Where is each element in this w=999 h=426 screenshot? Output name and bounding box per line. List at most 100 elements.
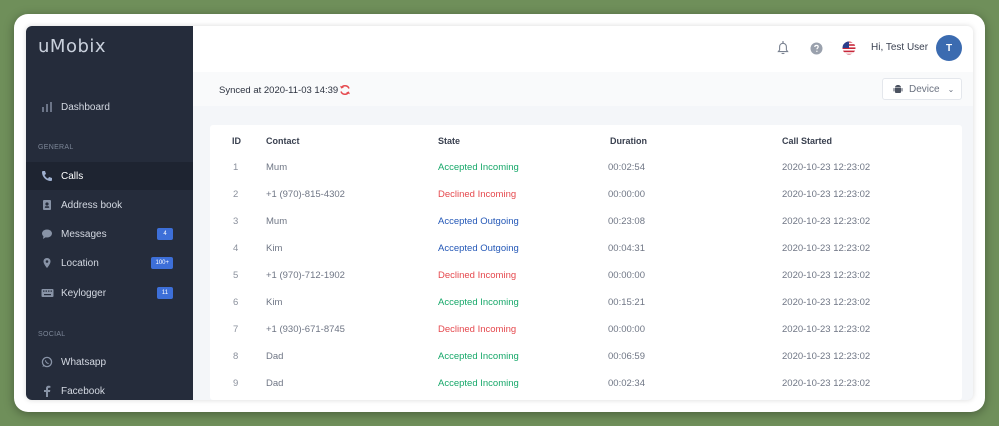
cell-state: Accepted Outgoing (438, 243, 519, 254)
location-pin-icon (40, 256, 54, 270)
phone-icon (40, 169, 54, 183)
table-row[interactable]: 7 +1 (930)-671-8745 Declined Incoming 00:00… (210, 324, 962, 351)
whatsapp-icon (40, 355, 54, 369)
sidebar-item-label: Facebook (61, 385, 105, 397)
cell-id: 8 (233, 351, 239, 362)
table-row[interactable]: 6 Kim Accepted Incoming 00:15:21 2020-10-23 … (210, 297, 962, 324)
table-row[interactable]: 1 Mum Accepted Incoming 00:02:54 2020-10-23 … (210, 162, 962, 189)
cell-call-started: 2020-10-23 12:23:02 (782, 243, 871, 254)
sidebar-item-label: Messages (61, 228, 107, 240)
section-label-social: SOCIAL (38, 331, 66, 338)
cell-duration: 00:00:00 (608, 270, 645, 281)
bell-icon[interactable] (775, 40, 791, 56)
keyboard-icon (40, 286, 54, 300)
cell-contact: +1 (970)-815-4302 (266, 189, 345, 200)
cell-call-started: 2020-10-23 12:23:02 (782, 189, 871, 200)
app-logo[interactable]: uMobix (38, 36, 106, 57)
table-row[interactable]: 4 Kim Accepted Outgoing 00:04:31 2020-10-23 … (210, 243, 962, 270)
help-icon[interactable] (808, 40, 824, 56)
device-dropdown[interactable]: Device ⌄ (882, 78, 962, 100)
table-row[interactable]: 2 +1 (970)-815-4302 Declined Incoming 00:00… (210, 189, 962, 216)
sidebar-item-messages[interactable]: Messages 4 (26, 220, 193, 248)
top-bar: Hi, Test User T (193, 26, 973, 72)
cell-call-started: 2020-10-23 12:23:02 (782, 270, 871, 281)
cell-contact: Kim (266, 243, 283, 254)
sidebar-item-label: Calls (61, 170, 84, 182)
cell-id: 3 (233, 216, 239, 227)
sidebar-item-keylogger[interactable]: Keylogger 11 (26, 279, 193, 307)
sidebar-item-label: Keylogger (61, 287, 107, 299)
cell-call-started: 2020-10-23 12:23:02 (782, 297, 871, 308)
table-row[interactable]: 8 Dad Accepted Incoming 00:06:59 2020-10-23 … (210, 351, 962, 378)
sidebar-item-label: Location (61, 257, 99, 269)
table-row[interactable]: 3 Mum Accepted Outgoing 00:23:08 2020-10-23 … (210, 216, 962, 243)
cell-call-started: 2020-10-23 12:23:02 (782, 351, 871, 362)
contacts-icon (40, 198, 54, 212)
cell-contact: +1 (930)-671-8745 (266, 324, 345, 335)
cell-state: Accepted Incoming (438, 297, 519, 308)
facebook-icon (40, 384, 54, 398)
cell-state: Declined Incoming (438, 270, 517, 281)
column-header-duration[interactable]: Duration (610, 136, 647, 146)
sidebar-item-dashboard[interactable]: Dashboard (26, 93, 193, 121)
location-count-badge: 100+ (151, 257, 173, 269)
cell-id: 1 (233, 162, 239, 173)
cell-state: Declined Incoming (438, 324, 517, 335)
user-greeting[interactable]: Hi, Test User (871, 42, 928, 53)
dashboard-icon (40, 100, 54, 114)
cell-state: Accepted Incoming (438, 162, 519, 173)
cell-id: 4 (233, 243, 239, 254)
cell-contact: Dad (266, 351, 284, 362)
cell-duration: 00:02:54 (608, 162, 645, 173)
cell-duration: 00:23:08 (608, 216, 645, 227)
cell-id: 5 (233, 270, 239, 281)
app-window: uMobix Dashboard GENERAL Calls Address b… (26, 26, 973, 400)
sync-status: Synced at 2020-11-03 14:39 (219, 85, 339, 96)
table-row[interactable]: 5 +1 (970)-712-1902 Declined Incoming 00:00… (210, 270, 962, 297)
chat-icon (40, 227, 54, 241)
cell-call-started: 2020-10-23 12:23:02 (782, 378, 871, 389)
sidebar-item-location[interactable]: Location 100+ (26, 249, 193, 277)
android-icon (893, 84, 903, 94)
cell-contact: +1 (970)-712-1902 (266, 270, 345, 281)
sidebar-item-label: Address book (61, 199, 123, 211)
section-label-general: GENERAL (38, 144, 74, 151)
cell-call-started: 2020-10-23 12:23:02 (782, 216, 871, 227)
sidebar-item-label: Dashboard (61, 101, 110, 113)
sidebar-item-facebook[interactable]: Facebook (26, 377, 193, 400)
sidebar-item-whatsapp[interactable]: Whatsapp (26, 348, 193, 376)
keylogger-count-badge: 11 (157, 287, 173, 299)
column-header-id[interactable]: ID (232, 136, 241, 146)
cell-contact: Mum (266, 216, 288, 227)
cell-id: 7 (233, 324, 239, 335)
cell-state: Accepted Incoming (438, 351, 519, 362)
sidebar-item-address-book[interactable]: Address book (26, 191, 193, 219)
cell-contact: Kim (266, 297, 283, 308)
cell-duration: 00:06:59 (608, 351, 645, 362)
sidebar: uMobix Dashboard GENERAL Calls Address b… (26, 26, 193, 400)
cell-duration: 00:04:31 (608, 243, 645, 254)
cell-id: 6 (233, 297, 239, 308)
cell-duration: 00:00:00 (608, 324, 645, 335)
cell-state: Accepted Outgoing (438, 216, 519, 227)
column-header-call-started[interactable]: Call Started (782, 136, 832, 146)
cell-contact: Dad (266, 378, 284, 389)
cell-duration: 00:02:34 (608, 378, 645, 389)
column-header-contact[interactable]: Contact (266, 136, 300, 146)
cell-state: Accepted Incoming (438, 378, 519, 389)
cell-id: 9 (233, 378, 239, 389)
cell-duration: 00:00:00 (608, 189, 645, 200)
cell-id: 2 (233, 189, 239, 200)
cell-call-started: 2020-10-23 12:23:02 (782, 162, 871, 173)
column-header-state[interactable]: State (438, 136, 460, 146)
sidebar-item-calls[interactable]: Calls (26, 162, 193, 190)
refresh-icon[interactable] (339, 83, 351, 96)
cell-contact: Mum (266, 162, 288, 173)
messages-count-badge: 4 (157, 228, 173, 240)
table-row[interactable]: 9 Dad Accepted Incoming 00:02:34 2020-10-23 … (210, 378, 962, 400)
cell-call-started: 2020-10-23 12:23:02 (782, 324, 871, 335)
us-flag-icon[interactable] (841, 40, 857, 56)
avatar[interactable]: T (936, 35, 962, 61)
sync-bar: Synced at 2020-11-03 14:39 Device ⌄ (193, 72, 973, 106)
cell-duration: 00:15:21 (608, 297, 645, 308)
